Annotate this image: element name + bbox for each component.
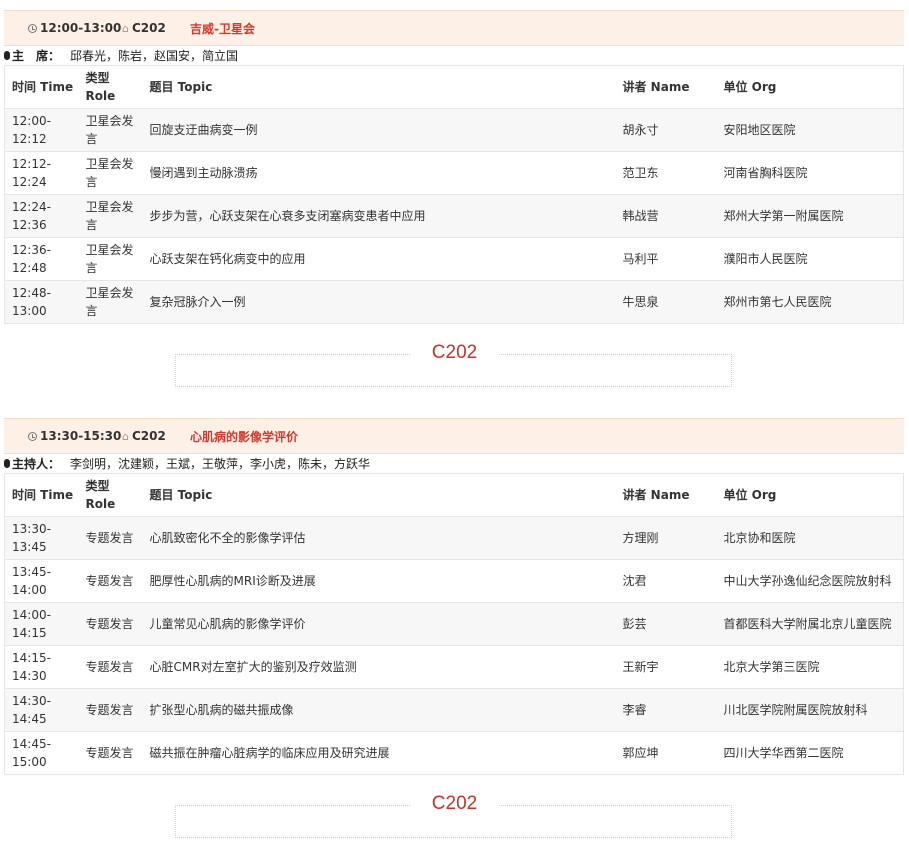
org-cell: 北京协和医院: [716, 516, 904, 560]
topic-cell: 心跃支架在钙化病变中的应用: [142, 237, 616, 281]
session-1: 12:00-13:00 ⌂ C202 吉威-卫星会 主 席： 邱春光，陈岩，赵国安…: [4, 10, 904, 324]
topic-cell: 步步为营，心跃支架在心衰多支闭塞病变患者中应用: [142, 194, 616, 238]
role-cell: 专题发言: [78, 602, 143, 646]
speaker-cell: 沈君: [615, 559, 717, 603]
session-2: 13:30-15:30 ⌂ C202 心肌病的影像学评价 主持人： 李剑明，沈建颖…: [4, 418, 904, 775]
session-header: 12:00-13:00 ⌂ C202 吉威-卫星会: [4, 10, 904, 46]
chair-line: 主持人： 李剑明，沈建颖，王斌，王敬萍，李小虎，陈未，方跃华: [4, 454, 904, 473]
org-cell: 北京大学第三医院: [716, 645, 904, 689]
role-cell: 专题发言: [78, 516, 143, 560]
session-title: 心肌病的影像学评价: [190, 429, 299, 444]
table-row: 13:30- 13:45 专题发言 心肌致密化不全的影像学评估 方理刚 北京协和医…: [4, 516, 904, 560]
chair-names: 李剑明，沈建颖，王斌，王敬萍，李小虎，陈未，方跃华: [70, 457, 371, 471]
table-row: 14:00- 14:15 专题发言 儿童常见心肌病的影像学评价 彭芸 首都医科大学…: [4, 602, 904, 646]
session-title: 吉威-卫星会: [190, 21, 255, 36]
schedule-table: 时间 Time 类型 Role 题目 Topic 讲者 Name 单位 Org 1…: [4, 65, 904, 324]
room-label: C202: [0, 342, 909, 364]
table-row: 12:36- 12:48 卫星会发言 心跃支架在钙化病变中的应用 马利平 濮阳市人…: [4, 237, 904, 281]
topic-cell: 心脏CMR对左室扩大的鉴别及疗效监测: [142, 645, 616, 689]
table-header-row: 时间 Time 类型 Role 题目 Topic 讲者 Name 单位 Org: [4, 473, 904, 517]
role-cell: 专题发言: [78, 645, 143, 689]
table-row: 12:12- 12:24 卫星会发言 慢闭遇到主动脉溃疡 范卫东 河南省胸科医院: [4, 151, 904, 195]
org-cell: 安阳地区医院: [716, 108, 904, 152]
org-cell: 四川大学华西第二医院: [716, 731, 904, 775]
topic-cell: 回旋支迂曲病变一例: [142, 108, 616, 152]
topic-cell: 慢闭遇到主动脉溃疡: [142, 151, 616, 195]
speaker-cell: 彭芸: [615, 602, 717, 646]
header-time: 时间 Time: [4, 65, 79, 109]
microphone-icon: [4, 51, 10, 60]
org-cell: 河南省胸科医院: [716, 151, 904, 195]
speaker-cell: 范卫东: [615, 151, 717, 195]
chair-label: 主 席：: [12, 49, 61, 63]
session-time: 13:30-15:30: [28, 429, 122, 443]
speaker-cell: 李睿: [615, 688, 717, 732]
role-cell: 专题发言: [78, 688, 143, 732]
speaker-cell: 马利平: [615, 237, 717, 281]
speaker-cell: 胡永寸: [615, 108, 717, 152]
header-time: 时间 Time: [4, 473, 79, 517]
schedule-table: 时间 Time 类型 Role 题目 Topic 讲者 Name 单位 Org 1…: [4, 473, 904, 775]
header-topic: 题目 Topic: [142, 65, 616, 109]
clock-icon: [28, 431, 37, 441]
home-icon: ⌂: [122, 429, 129, 443]
table-row: 14:30- 14:45 专题发言 扩张型心肌病的磁共振成像 李睿 川北医学院附属…: [4, 688, 904, 732]
topic-cell: 心肌致密化不全的影像学评估: [142, 516, 616, 560]
table-row: 14:15- 14:30 专题发言 心脏CMR对左室扩大的鉴别及疗效监测 王新宇 …: [4, 645, 904, 689]
microphone-icon: [4, 459, 10, 468]
header-topic: 题目 Topic: [142, 473, 616, 517]
org-cell: 川北医学院附属医院放射科: [716, 688, 904, 732]
org-cell: 首都医科大学附属北京儿童医院: [716, 602, 904, 646]
org-cell: 濮阳市人民医院: [716, 237, 904, 281]
chair-line: 主 席： 邱春光，陈岩，赵国安，简立国: [4, 46, 904, 65]
header-name: 讲者 Name: [615, 473, 717, 517]
table-row: 12:24- 12:36 卫星会发言 步步为营，心跃支架在心衰多支闭塞病变患者中应…: [4, 194, 904, 238]
table-row: 13:45- 14:00 专题发言 肥厚性心肌病的MRI诊断及进展 沈君 中山大学…: [4, 559, 904, 603]
topic-cell: 儿童常见心肌病的影像学评价: [142, 602, 616, 646]
org-cell: 郑州大学第一附属医院: [716, 194, 904, 238]
table-row: 12:48- 13:00 卫星会发言 复杂冠脉介入一例 牛思泉 郑州市第七人民医院: [4, 280, 904, 324]
speaker-cell: 韩战营: [615, 194, 717, 238]
role-cell: 专题发言: [78, 559, 143, 603]
topic-cell: 扩张型心肌病的磁共振成像: [142, 688, 616, 732]
clock-icon: [28, 23, 37, 33]
table-row: 12:00- 12:12 卫星会发言 回旋支迂曲病变一例 胡永寸 安阳地区医院: [4, 108, 904, 152]
header-org: 单位 Org: [716, 473, 904, 517]
speaker-cell: 牛思泉: [615, 280, 717, 324]
topic-cell: 复杂冠脉介入一例: [142, 280, 616, 324]
session-room: ⌂ C202: [122, 429, 166, 443]
chair-names: 邱春光，陈岩，赵国安，简立国: [70, 49, 239, 63]
room-label: C202: [0, 793, 909, 815]
speaker-cell: 方理刚: [615, 516, 717, 560]
session-header: 13:30-15:30 ⌂ C202 心肌病的影像学评价: [4, 418, 904, 454]
header-name: 讲者 Name: [615, 65, 717, 109]
table-row: 14:45- 15:00 专题发言 磁共振在肿瘤心脏病学的临床应用及研究进展 郭应…: [4, 731, 904, 775]
header-role: 类型 Role: [78, 65, 143, 109]
speaker-cell: 郭应坤: [615, 731, 717, 775]
session-time: 12:00-13:00: [28, 21, 122, 35]
org-cell: 郑州市第七人民医院: [716, 280, 904, 324]
speaker-cell: 王新宇: [615, 645, 717, 689]
org-cell: 中山大学孙逸仙纪念医院放射科: [716, 559, 904, 603]
header-org: 单位 Org: [716, 65, 904, 109]
header-role: 类型 Role: [78, 473, 143, 517]
home-icon: ⌂: [122, 21, 129, 35]
topic-cell: 磁共振在肿瘤心脏病学的临床应用及研究进展: [142, 731, 616, 775]
topic-cell: 肥厚性心肌病的MRI诊断及进展: [142, 559, 616, 603]
table-header-row: 时间 Time 类型 Role 题目 Topic 讲者 Name 单位 Org: [4, 65, 904, 109]
session-room: ⌂ C202: [122, 21, 166, 35]
role-cell: 专题发言: [78, 731, 143, 775]
chair-label: 主持人：: [12, 457, 61, 471]
